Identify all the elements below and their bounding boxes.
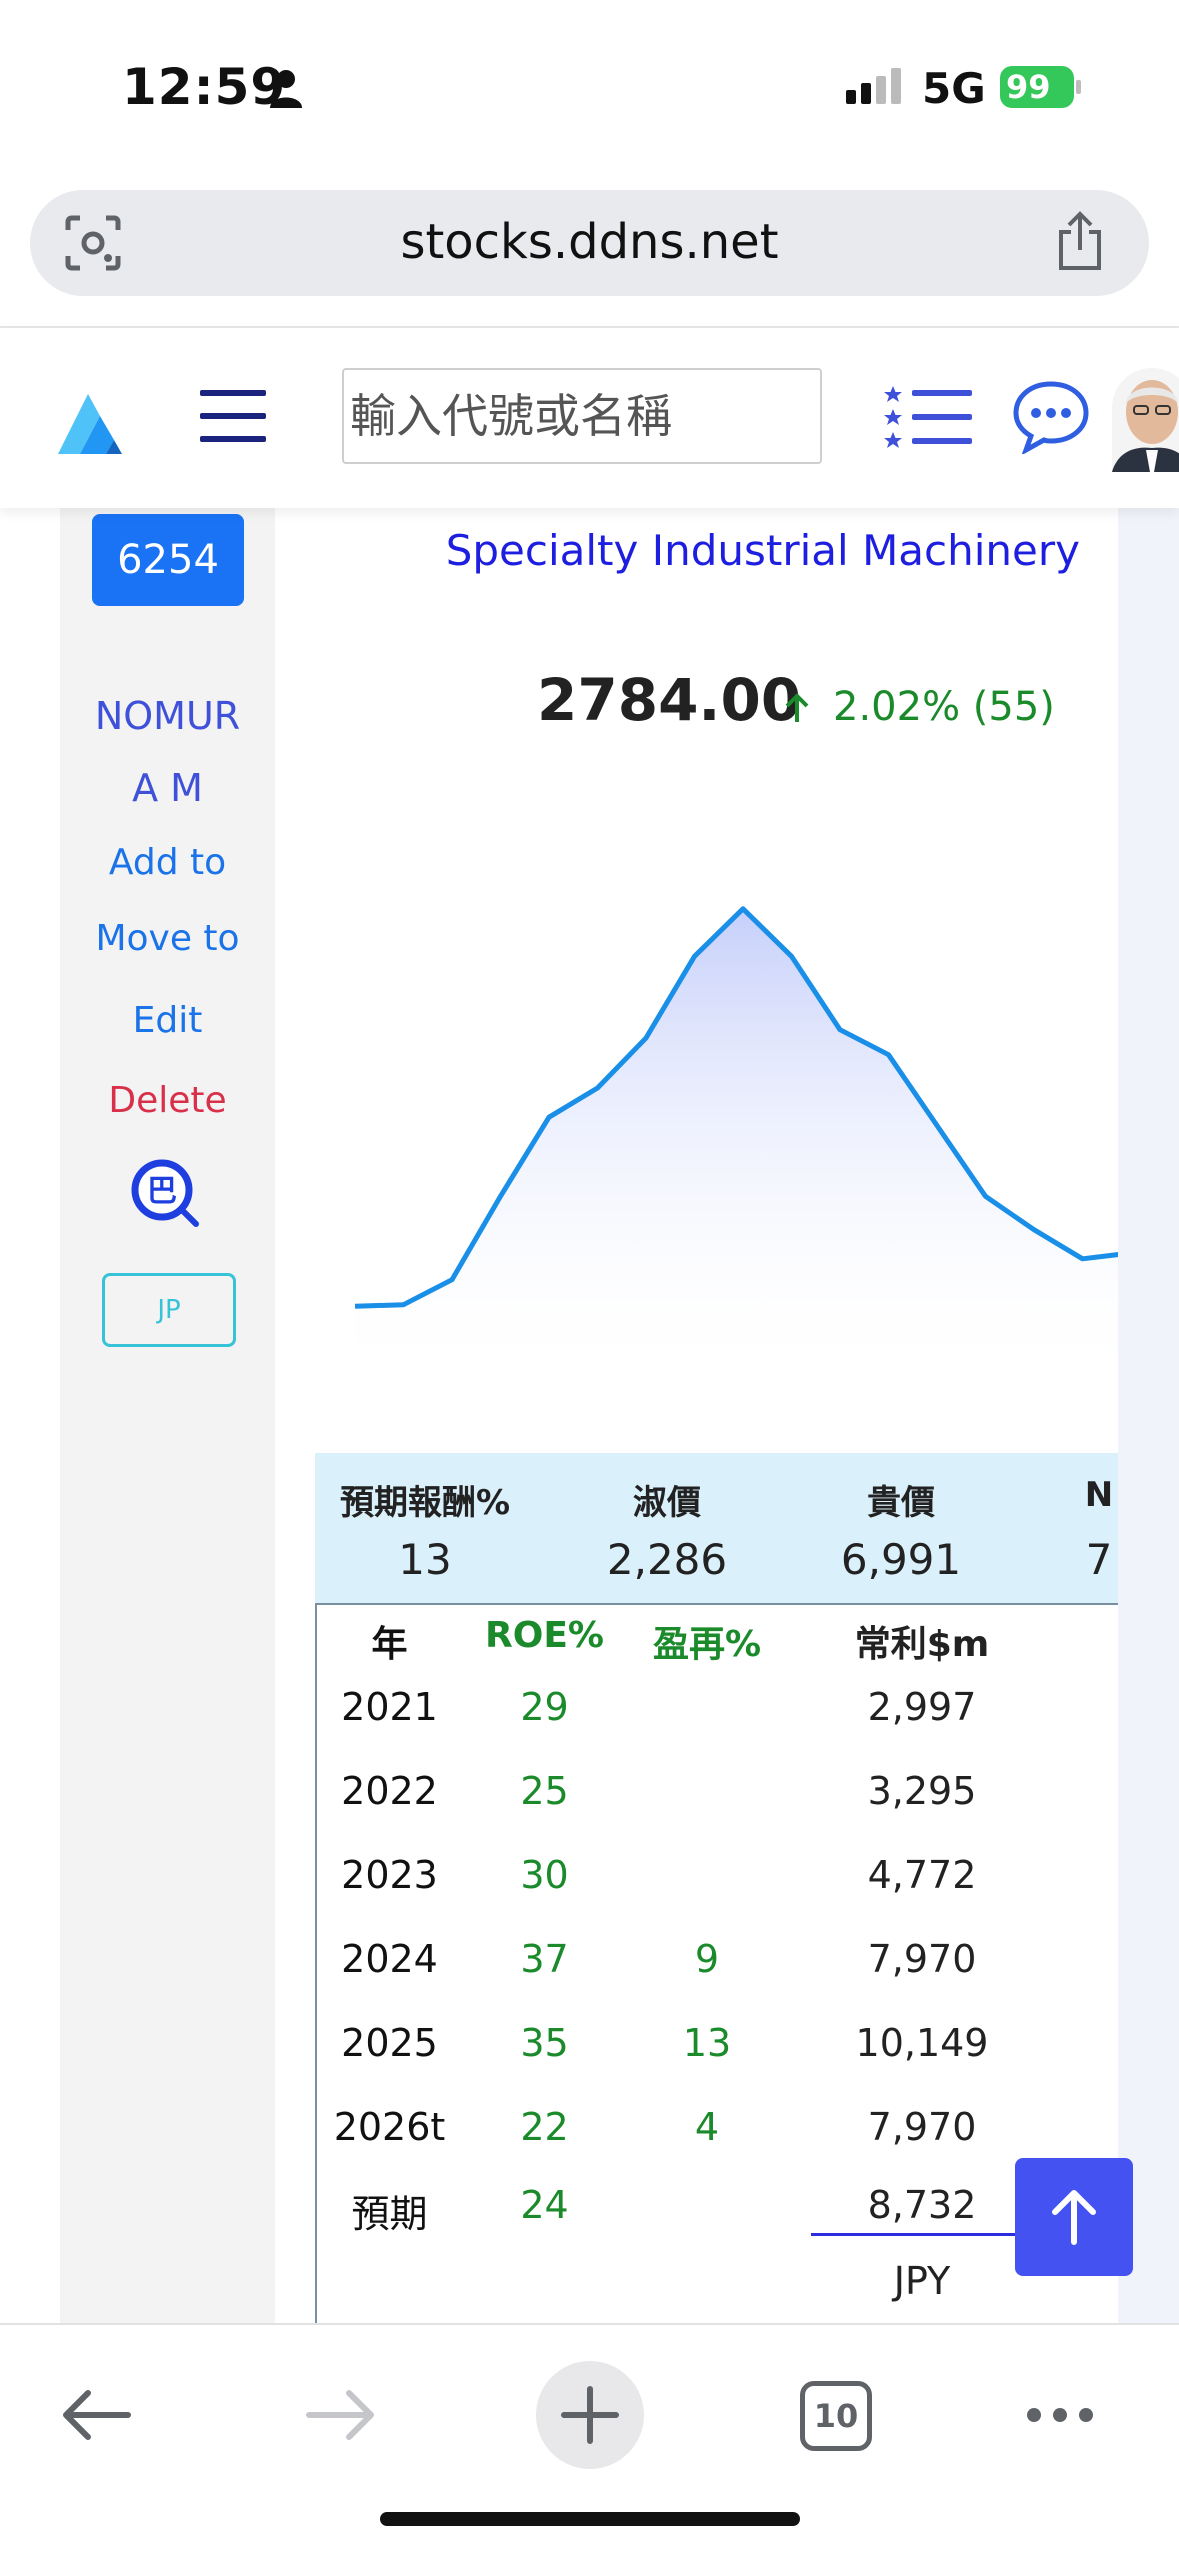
cell-year: 2024 bbox=[341, 1937, 438, 1981]
menu-icon[interactable] bbox=[198, 386, 268, 446]
cell-year: 2026t bbox=[333, 2105, 446, 2149]
magnifier-icon[interactable]: 巴 bbox=[130, 1158, 210, 1238]
total-underline bbox=[811, 2233, 1031, 2236]
back-arrow-icon[interactable] bbox=[60, 2385, 132, 2445]
cell-year: 預期 bbox=[351, 2192, 428, 2236]
company-name-line1[interactable]: NOMUR bbox=[60, 694, 275, 738]
column-header-profit: 常利$m bbox=[854, 1624, 990, 1665]
summary-header: 預期報酬% bbox=[339, 1483, 511, 1523]
main-content: Specialty Industrial Machinery 2784.00 2… bbox=[275, 508, 1118, 2323]
logo-icon[interactable] bbox=[58, 384, 140, 454]
cell-year: 2021 bbox=[341, 1685, 438, 1729]
search-input[interactable] bbox=[342, 368, 822, 464]
column-header-year: 年 bbox=[371, 1624, 408, 1665]
sidebar: 6254 NOMUR A M Add to Move to Edit Delet… bbox=[60, 508, 275, 2323]
chat-icon[interactable] bbox=[1012, 380, 1090, 454]
share-icon[interactable] bbox=[1053, 210, 1107, 272]
app-header bbox=[0, 328, 1179, 508]
avatar[interactable] bbox=[1112, 368, 1179, 472]
cell-roe: 24 bbox=[520, 2183, 569, 2227]
cell-roe: 35 bbox=[520, 2021, 569, 2065]
scroll-to-top-button[interactable] bbox=[1015, 2158, 1133, 2276]
arrow-up-icon bbox=[785, 693, 809, 722]
tab-switcher-button[interactable]: 10 bbox=[800, 2381, 872, 2451]
ticker-button[interactable]: 6254 bbox=[92, 514, 244, 606]
summary-value: 13 bbox=[398, 1535, 452, 1584]
cell-year: 2025 bbox=[341, 2021, 438, 2065]
summary-value: 7 bbox=[1085, 1535, 1113, 1584]
cell-roe: 30 bbox=[520, 1853, 569, 1897]
industry-label[interactable]: Specialty Industrial Machinery bbox=[446, 526, 1080, 575]
column-header-reinvest: 盈再% bbox=[652, 1624, 762, 1665]
more-options-icon[interactable] bbox=[1024, 2403, 1096, 2427]
price-chart bbox=[355, 906, 1118, 1388]
add-to-link[interactable]: Add to bbox=[60, 842, 275, 883]
home-indicator bbox=[380, 2512, 800, 2526]
cell-profit: 7,970 bbox=[867, 1937, 977, 1981]
summary-header: 淑價 bbox=[633, 1483, 701, 1523]
cell-profit: 4,772 bbox=[867, 1853, 977, 1897]
network-label: 5G bbox=[922, 64, 986, 113]
valuation-summary: 預期報酬% 淑價 貴價 N 13 2,286 6,991 7 bbox=[315, 1453, 1118, 1603]
plus-icon bbox=[561, 2386, 619, 2444]
magnifier-glyph: 巴 bbox=[147, 1174, 177, 1209]
move-to-link[interactable]: Move to bbox=[60, 918, 275, 959]
battery-level: 99 bbox=[1006, 68, 1051, 106]
cell-year: 2023 bbox=[341, 1853, 438, 1897]
edit-link[interactable]: Edit bbox=[60, 1000, 275, 1041]
cell-roe: 29 bbox=[520, 1685, 569, 1729]
cell-profit: 10,149 bbox=[855, 2021, 989, 2065]
financials-table: 年 ROE% 盈再% 常利$m 2021 29 2,997 2022 25 3,… bbox=[315, 1603, 1118, 2323]
signal-icon bbox=[846, 68, 901, 104]
summary-header: N bbox=[1084, 1475, 1114, 1515]
battery-tip bbox=[1076, 80, 1081, 94]
cell-reinvest: 9 bbox=[694, 1937, 720, 1981]
new-tab-button[interactable] bbox=[536, 2361, 644, 2469]
cell-reinvest: 4 bbox=[694, 2105, 720, 2149]
address-bar[interactable]: stocks.ddns.net bbox=[30, 190, 1149, 296]
status-time: 12:59 bbox=[122, 58, 287, 116]
battery-icon: 99 bbox=[1000, 66, 1074, 108]
chart-area-fill bbox=[355, 908, 1118, 1388]
status-bar: 12:59 5G 99 bbox=[0, 0, 1179, 175]
person-icon bbox=[270, 70, 302, 108]
arrow-up-icon bbox=[1052, 2190, 1096, 2245]
company-name-line2[interactable]: A M bbox=[60, 766, 275, 810]
stock-price: 2784.00 bbox=[537, 666, 802, 734]
cell-roe: 22 bbox=[520, 2105, 569, 2149]
watchlist-icon[interactable] bbox=[884, 384, 974, 450]
summary-value: 2,286 bbox=[606, 1535, 728, 1584]
cell-reinvest: 13 bbox=[682, 2021, 732, 2065]
delete-link[interactable]: Delete bbox=[60, 1080, 275, 1121]
url-text[interactable]: stocks.ddns.net bbox=[30, 214, 1149, 270]
column-header-roe: ROE% bbox=[485, 1615, 604, 1656]
cell-profit: 3,295 bbox=[867, 1769, 977, 1813]
cell-profit: 7,970 bbox=[867, 2105, 977, 2149]
cell-roe: 25 bbox=[520, 1769, 569, 1813]
price-change: 2.02% (55) bbox=[833, 684, 1055, 730]
market-button[interactable]: JP bbox=[102, 1273, 236, 1347]
forward-arrow-icon[interactable] bbox=[305, 2385, 377, 2445]
cell-profit: 2,997 bbox=[867, 1685, 977, 1729]
cell-roe: 37 bbox=[520, 1937, 569, 1981]
cell-year: 2022 bbox=[341, 1769, 438, 1813]
right-margin bbox=[1118, 508, 1179, 2323]
